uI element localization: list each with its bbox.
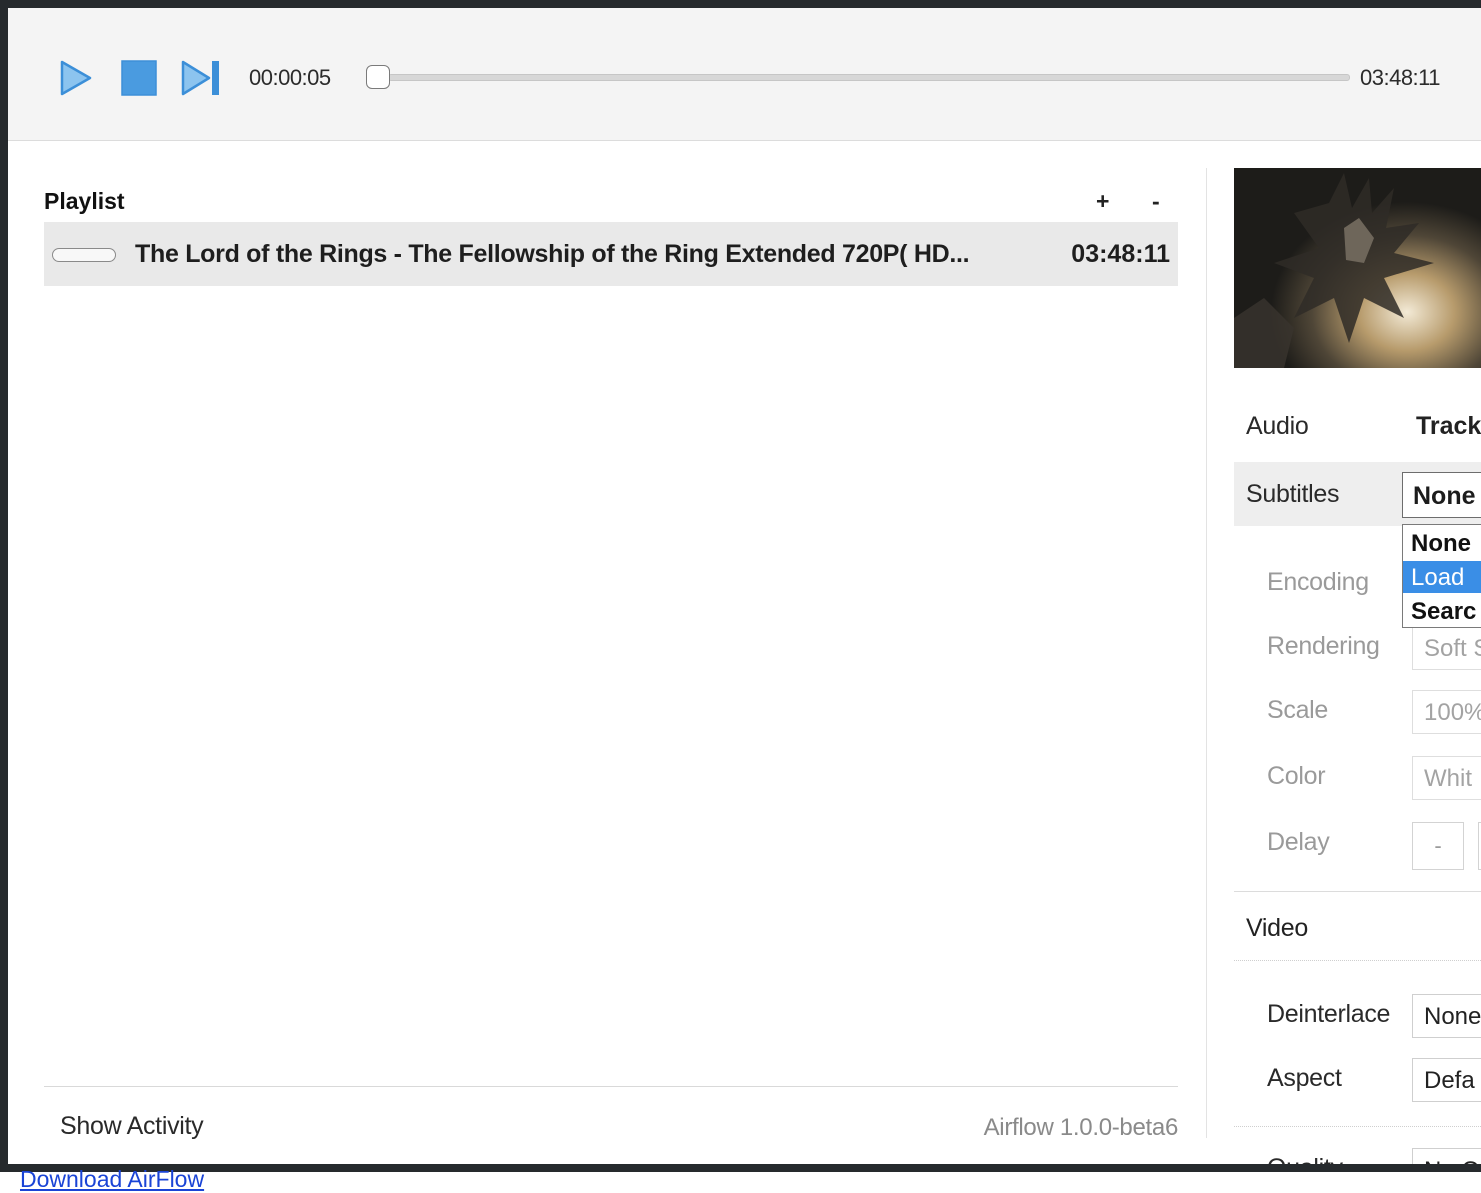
play-button[interactable]: [59, 60, 93, 96]
delay-decrease-button[interactable]: -: [1412, 822, 1464, 870]
rendering-select[interactable]: Soft S: [1412, 626, 1481, 670]
subtitles-select[interactable]: None: [1402, 472, 1481, 518]
divider: [1234, 960, 1481, 961]
stop-icon: [121, 60, 157, 96]
current-time: 00:00:05: [249, 65, 331, 90]
seek-bar[interactable]: [388, 74, 1350, 81]
playlist-item[interactable]: The Lord of the Rings - The Fellowship o…: [44, 222, 1178, 286]
pane-divider[interactable]: [1206, 168, 1207, 1138]
video-section-label: Video: [1246, 914, 1308, 942]
quality-select[interactable]: No C: [1412, 1148, 1481, 1164]
version-label: Airflow 1.0.0-beta6: [983, 1114, 1179, 1141]
total-time: 03:48:11: [1360, 65, 1441, 90]
subtitles-row: Subtitles None: [1234, 462, 1481, 526]
show-activity-link[interactable]: Show Activity: [60, 1112, 204, 1141]
main-window: 00:00:05 03:48:11 Playlist + - The Lord …: [8, 8, 1481, 1164]
playlist-item-duration: 03:48:11: [1071, 240, 1170, 268]
playlist-title: Playlist: [44, 188, 125, 214]
aspect-select[interactable]: Defa: [1412, 1058, 1481, 1102]
transport-bar: 00:00:05 03:48:11: [8, 8, 1481, 141]
subtitles-dropdown: None Load Searc: [1402, 524, 1481, 628]
scale-select[interactable]: 100%: [1412, 690, 1481, 734]
settings-panel: Audio Track Subtitles None Encoding Rend…: [1234, 168, 1481, 1164]
audio-track-select[interactable]: Track: [1416, 412, 1481, 441]
deinterlace-select[interactable]: None: [1412, 994, 1481, 1038]
airflow-app-window: 00:00:05 03:48:11 Playlist + - The Lord …: [0, 0, 1481, 1172]
delay-label: Delay: [1267, 828, 1330, 856]
seek-handle[interactable]: [366, 65, 390, 89]
remove-from-playlist-button[interactable]: -: [1152, 188, 1160, 215]
divider: [1234, 891, 1481, 892]
subtitles-label: Subtitles: [1246, 480, 1340, 508]
aspect-label: Aspect: [1267, 1064, 1342, 1092]
divider: [1234, 1126, 1481, 1127]
subtitle-option-none[interactable]: None: [1403, 527, 1481, 559]
deinterlace-label: Deinterlace: [1267, 1000, 1391, 1028]
scale-label: Scale: [1267, 696, 1329, 724]
divider: [44, 1086, 1178, 1087]
next-track-button[interactable]: [180, 60, 222, 96]
color-select[interactable]: Whit: [1412, 756, 1481, 800]
color-label: Color: [1267, 762, 1326, 790]
play-icon: [60, 60, 92, 96]
playlist-item-title: The Lord of the Rings - The Fellowship o…: [135, 240, 970, 268]
video-thumbnail: [1234, 168, 1481, 368]
quality-label: Quality: [1267, 1154, 1343, 1164]
subtitle-option-search[interactable]: Searc: [1403, 595, 1481, 627]
add-to-playlist-button[interactable]: +: [1096, 188, 1109, 215]
encoding-label: Encoding: [1267, 568, 1369, 596]
stop-button[interactable]: [120, 60, 158, 96]
audio-label: Audio: [1246, 412, 1309, 440]
playlist-pane: Playlist + - The Lord of the Rings - The…: [44, 168, 1178, 1164]
skip-next-icon: [181, 60, 219, 96]
rendering-label: Rendering: [1267, 632, 1380, 660]
subtitle-option-load[interactable]: Load: [1403, 561, 1481, 593]
playlist-item-toggle[interactable]: [52, 248, 116, 262]
